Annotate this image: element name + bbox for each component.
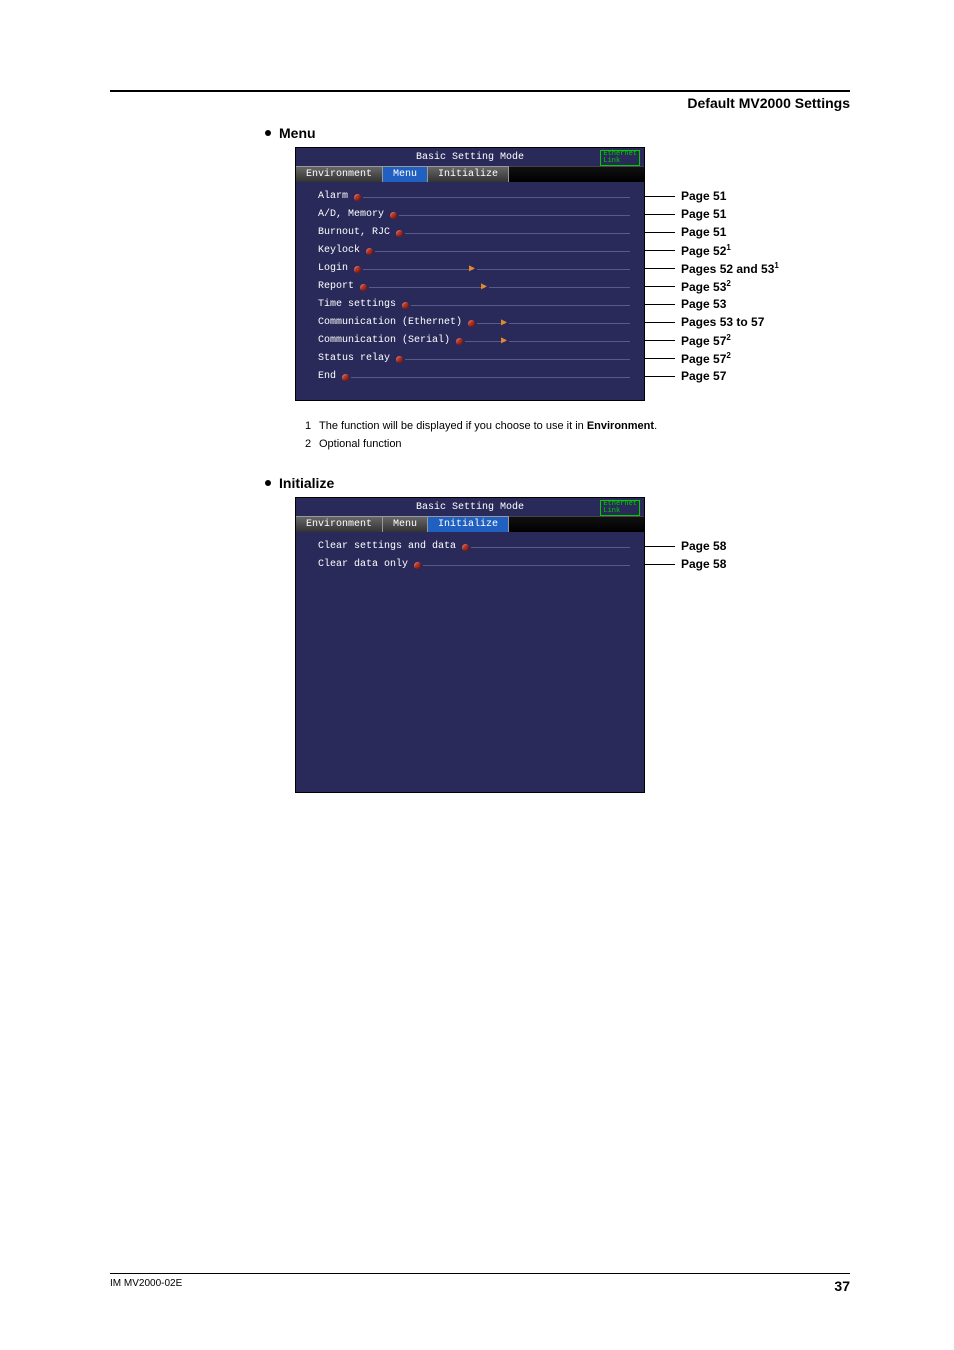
tab-initialize[interactable]: Initialize xyxy=(428,516,509,532)
tab-environment[interactable]: Environment xyxy=(296,516,383,532)
menu-callouts: Page 51 Page 51 Page 51 Page 521 Pages 5… xyxy=(645,147,779,385)
ethernet-indicator: Ethernet Link xyxy=(600,150,640,166)
menu-item-burnout-rjc[interactable]: Burnout, RJC xyxy=(318,224,632,242)
menu-item-login[interactable]: Login▶ xyxy=(318,260,632,278)
section-heading-menu: Menu xyxy=(265,125,850,141)
menu-item-alarm[interactable]: Alarm xyxy=(318,188,632,206)
ethernet-indicator: Ethernet Link xyxy=(600,500,640,516)
menu-item-end[interactable]: End xyxy=(318,368,632,386)
menu-item-report[interactable]: Report▶ xyxy=(318,278,632,296)
menu-item-comm-ethernet[interactable]: Communication (Ethernet)▶ xyxy=(318,314,632,332)
footnotes: 1The function will be displayed if you c… xyxy=(305,417,850,453)
initialize-screenshot: Basic Setting Mode Ethernet Link Environ… xyxy=(295,497,645,793)
tab-menu[interactable]: Menu xyxy=(383,166,428,182)
window-title: Basic Setting Mode xyxy=(416,152,524,163)
page-header-title: Default MV2000 Settings xyxy=(110,95,850,111)
menu-item-ad-memory[interactable]: A/D, Memory xyxy=(318,206,632,224)
tab-bar: Environment Menu Initialize xyxy=(296,166,644,182)
initialize-callouts: Page 58 Page 58 xyxy=(645,497,726,573)
tab-menu[interactable]: Menu xyxy=(383,516,428,532)
menu-item-clear-settings-and-data[interactable]: Clear settings and data xyxy=(318,538,632,556)
tab-initialize[interactable]: Initialize xyxy=(428,166,509,182)
menu-item-status-relay[interactable]: Status relay xyxy=(318,350,632,368)
window-title: Basic Setting Mode xyxy=(416,502,524,513)
menu-item-time-settings[interactable]: Time settings xyxy=(318,296,632,314)
menu-item-keylock[interactable]: Keylock xyxy=(318,242,632,260)
tab-environment[interactable]: Environment xyxy=(296,166,383,182)
menu-item-clear-data-only[interactable]: Clear data only xyxy=(318,556,632,574)
menu-item-comm-serial[interactable]: Communication (Serial)▶ xyxy=(318,332,632,350)
section-heading-initialize: Initialize xyxy=(265,475,850,491)
menu-screenshot: Basic Setting Mode Ethernet Link Environ… xyxy=(295,147,645,401)
tab-bar: Environment Menu Initialize xyxy=(296,516,644,532)
footer-page-number: 37 xyxy=(834,1278,850,1294)
footer-doc-id: IM MV2000-02E xyxy=(110,1278,182,1294)
